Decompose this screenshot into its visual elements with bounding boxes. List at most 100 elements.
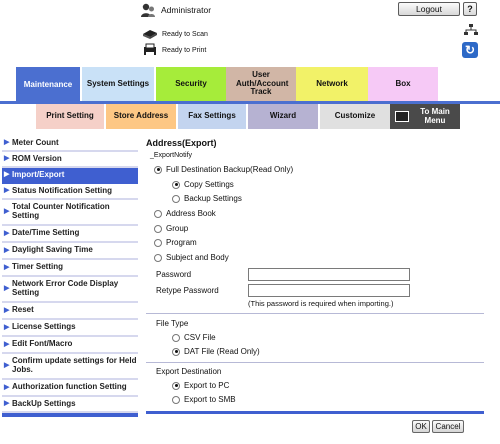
tab-label: System Settings <box>86 78 150 88</box>
arrow-right-icon: ▶ <box>4 155 10 163</box>
sidebar-item-label: ROM Version <box>12 153 62 163</box>
ok-button[interactable]: OK <box>412 420 430 433</box>
scan-status-label: Ready to Scan <box>162 30 208 38</box>
option-label: Group <box>166 224 189 233</box>
sidebar-item-label: BackUp Settings <box>12 398 76 408</box>
arrow-right-icon: ▶ <box>4 208 10 216</box>
sidebar-item-timer-setting[interactable]: ▶ Timer Setting <box>2 260 138 277</box>
page-title: Address(Export) <box>146 138 217 148</box>
tab-label: To Main Menu <box>420 106 450 125</box>
network-icon <box>464 24 478 35</box>
option-label: Export to SMB <box>184 395 236 404</box>
radio-selected-icon[interactable] <box>172 347 180 356</box>
radio-icon[interactable] <box>172 333 180 342</box>
retype-password-label: Retype Password <box>156 286 219 295</box>
radio-icon[interactable] <box>154 224 162 233</box>
sidebar-item-label: License Settings <box>12 322 76 332</box>
tab-fax-settings[interactable]: Fax Settings <box>178 104 246 129</box>
option-export-to-smb[interactable]: Export to SMB <box>172 395 236 404</box>
sidebar-item-reset[interactable]: ▶ Reset <box>2 303 138 320</box>
export-destination-title: Export Destination <box>156 367 222 376</box>
option-dat-file[interactable]: DAT File (Read Only) <box>172 347 260 356</box>
arrow-right-icon: ▶ <box>4 306 10 314</box>
user-area: Administrator <box>140 2 211 18</box>
sidebar-item-label: Daylight Saving Time <box>12 245 93 255</box>
retype-password-input[interactable] <box>248 284 410 297</box>
sidebar-item-authorization-function[interactable]: ▶ Authorization function Setting <box>2 380 138 397</box>
option-program[interactable]: Program <box>154 238 197 247</box>
tab-network[interactable]: Network <box>296 67 368 101</box>
sidebar-item-label: Timer Setting <box>12 262 63 272</box>
option-label: Full Destination Backup(Read Only) <box>166 165 294 174</box>
option-group[interactable]: Group <box>154 224 188 233</box>
sidebar-bottom-bar <box>2 413 138 417</box>
option-address-book[interactable]: Address Book <box>154 209 216 218</box>
logout-button[interactable]: Logout <box>398 2 460 16</box>
sidebar-item-backup-settings[interactable]: ▶ BackUp Settings <box>2 397 138 413</box>
main-menu-icon <box>395 111 409 122</box>
tab-label: Store Address <box>113 111 169 121</box>
tab-print-setting[interactable]: Print Setting <box>36 104 104 129</box>
radio-selected-icon[interactable] <box>172 180 180 189</box>
sidebar-item-label: Total Counter Notification Setting <box>12 202 110 220</box>
sidebar-item-license-settings[interactable]: ▶ License Settings <box>2 320 138 337</box>
option-backup-settings[interactable]: Backup Settings <box>172 194 242 203</box>
sidebar-item-network-error-code[interactable]: ▶ Network Error Code Display Setting <box>2 277 138 303</box>
sidebar-item-edit-font-macro[interactable]: ▶ Edit Font/Macro <box>2 337 138 354</box>
sidebar-item-rom-version[interactable]: ▶ ROM Version <box>2 152 138 168</box>
tab-label: User Auth/Account Track <box>236 69 289 97</box>
option-label: Export to PC <box>184 381 230 390</box>
sidebar-item-label: Meter Count <box>12 137 59 147</box>
sidebar-item-label: Status Notification Setting <box>12 185 112 195</box>
radio-icon[interactable] <box>172 194 180 203</box>
tab-maintenance[interactable]: Maintenance <box>16 67 80 104</box>
arrow-right-icon: ▶ <box>4 383 10 391</box>
sidebar-item-label: Date/Time Setting <box>12 228 80 238</box>
arrow-right-icon: ▶ <box>4 400 10 408</box>
tab-user-auth-account-track[interactable]: User Auth/Account Track <box>226 67 296 101</box>
scanner-icon <box>143 30 157 39</box>
radio-icon[interactable] <box>154 238 162 247</box>
radio-icon[interactable] <box>154 209 162 218</box>
tab-system-settings[interactable]: System Settings <box>82 67 154 101</box>
sidebar-item-status-notification[interactable]: ▶ Status Notification Setting <box>2 184 138 200</box>
radio-selected-icon[interactable] <box>154 165 162 174</box>
refresh-icon[interactable]: ↻ <box>462 42 478 58</box>
tab-label: Security <box>175 78 207 88</box>
radio-icon[interactable] <box>172 395 180 404</box>
arrow-right-icon: ▶ <box>4 246 10 254</box>
cancel-button[interactable]: Cancel <box>432 420 464 433</box>
sidebar-item-total-counter-notification[interactable]: ▶ Total Counter Notification Setting <box>2 200 138 226</box>
password-input[interactable] <box>248 268 410 281</box>
arrow-right-icon: ▶ <box>4 263 10 271</box>
arrow-right-icon: ▶ <box>4 285 10 293</box>
to-main-menu-button[interactable]: To Main Menu <box>390 104 460 129</box>
tab-label: Customize <box>334 111 376 121</box>
sidebar-item-date-time[interactable]: ▶ Date/Time Setting <box>2 226 138 243</box>
sidebar-item-meter-count[interactable]: ▶ Meter Count <box>2 136 138 152</box>
help-button[interactable]: ? <box>463 2 477 16</box>
option-copy-settings[interactable]: Copy Settings <box>172 180 234 189</box>
radio-selected-icon[interactable] <box>172 381 180 390</box>
tab-customize[interactable]: Customize <box>320 104 390 129</box>
tab-store-address[interactable]: Store Address <box>106 104 176 129</box>
sidebar-item-daylight-saving[interactable]: ▶ Daylight Saving Time <box>2 243 138 260</box>
sidebar-item-import-export[interactable]: ▶ Import/Export <box>2 168 138 184</box>
password-note: (This password is required when importin… <box>248 299 394 308</box>
tab-security[interactable]: Security <box>156 67 226 101</box>
tab-box[interactable]: Box <box>368 67 438 101</box>
tab-wizard[interactable]: Wizard <box>248 104 318 129</box>
tab-label: Wizard <box>269 111 297 121</box>
option-subject-and-body[interactable]: Subject and Body <box>154 253 229 262</box>
option-csv-file[interactable]: CSV File <box>172 333 216 342</box>
radio-icon[interactable] <box>154 253 162 262</box>
option-full-destination-backup[interactable]: Full Destination Backup(Read Only) <box>154 165 293 174</box>
administrator-icon <box>141 3 155 17</box>
option-label: Program <box>166 238 197 247</box>
sidebar-item-label: Edit Font/Macro <box>12 339 73 349</box>
option-label: Address Book <box>166 209 216 218</box>
main-panel: Address(Export) _ExportNotify Full Desti… <box>146 138 484 438</box>
option-export-to-pc[interactable]: Export to PC <box>172 381 229 390</box>
sidebar-item-confirm-update-held-jobs[interactable]: ▶ Confirm update settings for Held Jobs. <box>2 354 138 380</box>
sidebar: ▶ Meter Count ▶ ROM Version ▶ Import/Export… <box>2 136 138 417</box>
